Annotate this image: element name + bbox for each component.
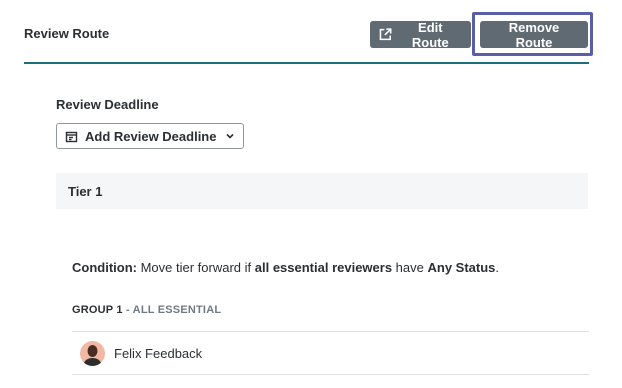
tier-header: Tier 1	[56, 173, 588, 209]
tier-condition: Condition: Move tier forward if all esse…	[72, 260, 499, 275]
group-heading: GROUP 1 - ALL ESSENTIAL	[72, 304, 221, 316]
condition-suffix: .	[495, 260, 500, 275]
focus-outline	[472, 12, 593, 56]
condition-prefix: Condition:	[72, 260, 137, 275]
divider	[72, 374, 589, 375]
avatar	[80, 340, 105, 366]
divider	[72, 331, 589, 332]
group-qualifier: - ALL ESSENTIAL	[122, 304, 222, 316]
condition-text-1: Move tier forward if	[136, 260, 255, 275]
reviewer-row: Felix Feedback	[72, 339, 202, 367]
group-name: GROUP 1	[72, 304, 123, 316]
calendar-plus-icon	[65, 130, 78, 143]
person-icon	[83, 344, 102, 366]
condition-text-2: have	[392, 260, 428, 275]
edit-route-label: Edit Route	[411, 19, 449, 50]
condition-bold-1: all essential reviewers	[254, 260, 393, 275]
add-review-deadline-label: Add Review Deadline	[85, 128, 217, 144]
tier-label: Tier 1	[68, 184, 103, 199]
reviewer-name: Felix Feedback	[114, 345, 203, 361]
condition-bold-2: Any Status	[427, 260, 496, 275]
review-deadline-label: Review Deadline	[56, 97, 159, 112]
edit-route-button[interactable]: Edit Route	[370, 19, 471, 50]
add-review-deadline-dropdown[interactable]: Add Review Deadline	[56, 123, 244, 149]
chevron-down-icon	[225, 131, 235, 141]
external-link-icon	[379, 28, 392, 41]
page-title: Review Route	[24, 26, 110, 41]
